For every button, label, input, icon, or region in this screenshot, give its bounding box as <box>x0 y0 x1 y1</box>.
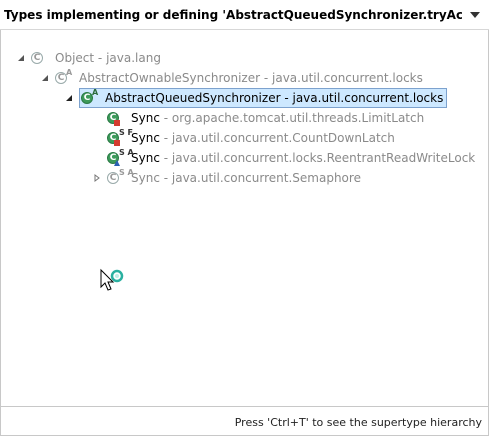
node-separator: - <box>159 151 172 165</box>
node-package: java.util.concurrent.locks <box>292 91 444 105</box>
static-final-modifier: S F <box>119 128 134 137</box>
status-hint: Press 'Ctrl+T' to see the supertype hier… <box>234 416 482 429</box>
node-separator: - <box>159 171 172 185</box>
node-package: java.util.concurrent.CountDownLatch <box>171 131 395 145</box>
abstract-class-icon: C A <box>55 68 73 86</box>
abstract-static-inner-class-icon: C S A <box>107 169 134 186</box>
abstract-static-inner-class-icon: C S A <box>107 149 134 166</box>
node-separator: - <box>94 51 107 65</box>
node-package: org.apache.tomcat.util.threads.LimitLatc… <box>171 111 425 125</box>
abstract-modifier: A <box>66 68 73 77</box>
tree-node-abstract-queued-synchronizer[interactable]: C A AbstractQueuedSynchronizer - java.ut… <box>63 88 448 108</box>
abstract-modifier: A <box>92 88 99 97</box>
node-type-name: AbstractOwnableSynchronizer <box>79 71 261 85</box>
node-package: java.util.concurrent.locks <box>272 71 423 85</box>
expand-triangle-icon[interactable] <box>15 52 27 64</box>
busy-cursor-icon <box>100 268 124 291</box>
chevron-down-icon[interactable] <box>469 9 481 21</box>
node-separator: - <box>159 111 172 125</box>
hierarchy-header: Types implementing or defining 'Abstract… <box>0 0 489 30</box>
tree-node-object[interactable]: C Object - java.lang <box>15 48 161 68</box>
hierarchy-title: Types implementing or defining 'Abstract… <box>4 8 462 22</box>
tree-node-sync-countdownlatch[interactable]: C S F Sync - java.util.concurrent.CountD… <box>107 128 395 148</box>
status-bar: Press 'Ctrl+T' to see the supertype hier… <box>0 406 489 436</box>
node-separator: - <box>280 91 293 105</box>
node-separator: - <box>159 131 172 145</box>
tree-node-sync-semaphore[interactable]: C S A Sync - java.util.concurrent.Semaph… <box>91 168 361 188</box>
private-static-final-inner-class-icon: C S F <box>107 129 133 146</box>
node-package: java.util.concurrent.Semaphore <box>171 171 361 185</box>
type-hierarchy-tree: C Object - java.lang C A AbstractOwnable… <box>0 30 489 406</box>
static-abstract-modifier: S A <box>119 168 134 177</box>
tree-node-sync-limitlatch[interactable]: C Sync - org.apache.tomcat.util.threads.… <box>107 108 424 128</box>
selected-node-highlight[interactable]: C A AbstractQueuedSynchronizer - java.ut… <box>79 88 448 108</box>
protected-triangle-icon <box>114 160 120 166</box>
private-square-icon <box>114 120 120 126</box>
collapse-triangle-icon[interactable] <box>91 172 103 184</box>
static-abstract-modifier: S A <box>119 148 134 157</box>
private-inner-class-icon: C <box>107 110 125 126</box>
expand-triangle-icon[interactable] <box>63 92 75 104</box>
abstract-class-icon: C A <box>81 88 99 106</box>
tree-node-abstract-ownable-synchronizer[interactable]: C A AbstractOwnableSynchronizer - java.u… <box>39 68 423 88</box>
expand-triangle-icon[interactable] <box>39 72 51 84</box>
private-square-icon <box>114 140 120 146</box>
tree-node-sync-reentrantreadwritelock[interactable]: C S A Sync - java.util.concurrent.locks.… <box>107 148 475 168</box>
node-separator: - <box>260 71 272 85</box>
node-type-name: Sync <box>131 111 160 125</box>
node-type-name: Object <box>55 51 95 65</box>
node-type-name: AbstractQueuedSynchronizer <box>105 91 281 105</box>
node-type-name: Sync <box>131 171 160 185</box>
node-package: java.lang <box>106 51 161 65</box>
node-package: java.util.concurrent.locks.ReentrantRead… <box>171 151 476 165</box>
node-type-name: Sync <box>131 131 160 145</box>
node-type-name: Sync <box>131 151 160 165</box>
class-icon: C <box>31 50 49 66</box>
